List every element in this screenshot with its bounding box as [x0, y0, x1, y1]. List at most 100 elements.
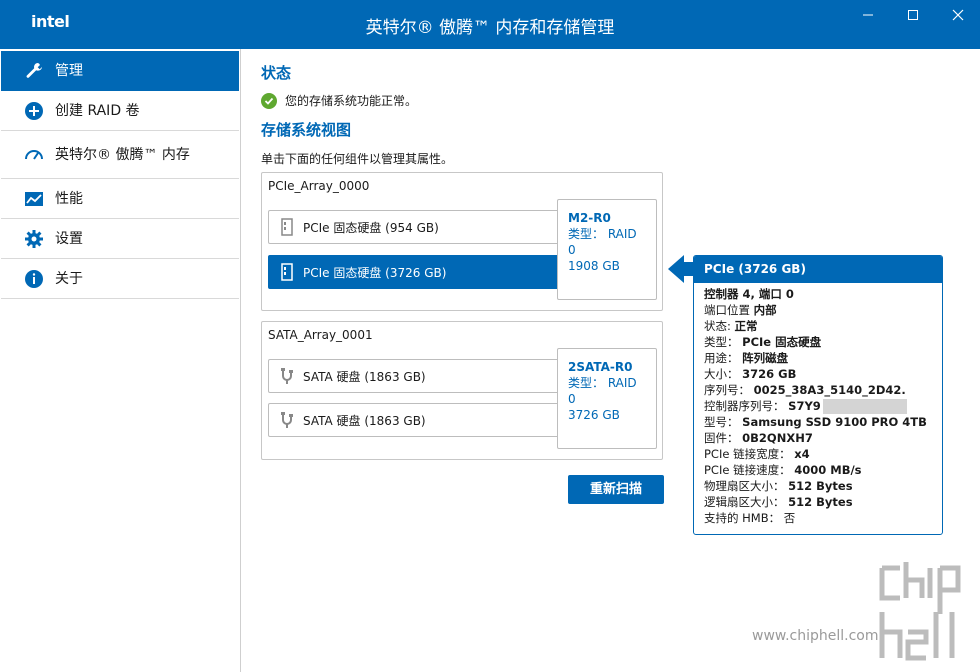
- raid-type: 类型： RAID 0: [568, 227, 637, 257]
- detail-row-port-location: 端口位置 内部: [704, 302, 942, 318]
- detail-key: PCIe 链接速度：: [704, 463, 795, 477]
- redacted-block: [822, 399, 907, 414]
- maximize-button[interactable]: [895, 6, 931, 28]
- detail-key: 状态:: [704, 319, 735, 333]
- detail-row-link-width: PCIe 链接宽度： x4: [704, 446, 942, 462]
- detail-key: 控制器 4, 端口 0: [704, 287, 794, 301]
- detail-key: 固件：: [704, 431, 743, 445]
- sidebar: 管理 创建 RAID 卷 英特尔® 傲腾™ 内存 性能 设置 关于: [0, 49, 241, 672]
- sata-cable-icon: [279, 367, 295, 385]
- plus-circle-icon: [23, 100, 45, 122]
- detail-value: 3726 GB: [742, 367, 797, 381]
- disk-item-pcie-3726[interactable]: PCIe 固态硬盘 (3726 GB): [268, 255, 560, 289]
- status-heading: 状态: [261, 64, 292, 82]
- detail-value: PCIe 固态硬盘: [742, 335, 822, 349]
- detail-value: 4000 MB/s: [794, 463, 862, 477]
- disk-label: SATA 硬盘 (1863 GB): [303, 369, 426, 384]
- ssd-icon: [279, 263, 295, 281]
- raid-size: 1908 GB: [568, 259, 620, 273]
- close-icon: [952, 9, 964, 21]
- ssd-icon: [279, 218, 295, 236]
- close-button[interactable]: [940, 6, 976, 28]
- raid-size: 3726 GB: [568, 408, 620, 422]
- gear-icon: [23, 228, 45, 250]
- detail-value: S7Y9: [788, 399, 821, 413]
- detail-value: 0B2QNXH7: [742, 431, 813, 445]
- detail-value: 内部: [753, 303, 777, 317]
- storage-view-hint: 单击下面的任何组件以管理其属性。: [261, 152, 454, 166]
- detail-row-logical-sector: 逻辑扇区大小： 512 Bytes: [704, 494, 942, 510]
- detail-key: 大小：: [704, 367, 743, 381]
- sidebar-item-about[interactable]: 关于: [1, 259, 239, 299]
- disk-label: PCIe 固态硬盘 (954 GB): [303, 220, 439, 235]
- sidebar-item-label: 设置: [55, 230, 83, 247]
- detail-row-physical-sector: 物理扇区大小： 512 Bytes: [704, 478, 942, 494]
- detail-pointer-arrow: [668, 255, 684, 283]
- detail-value: 512 Bytes: [788, 479, 853, 493]
- detail-key: 类型：: [704, 335, 743, 349]
- raid-name: 2SATA-R0: [568, 360, 633, 374]
- detail-key: 物理扇区大小：: [704, 479, 789, 493]
- detail-value: 阵列磁盘: [742, 351, 789, 365]
- raid-volume-card-m2-r0[interactable]: M2-R0 类型： RAID 0 1908 GB: [557, 199, 657, 300]
- sidebar-item-settings[interactable]: 设置: [1, 219, 239, 259]
- detail-row-type: 类型： PCIe 固态硬盘: [704, 334, 942, 350]
- raid-volume-card-2sata-r0[interactable]: 2SATA-R0 类型： RAID 0 3726 GB: [557, 348, 657, 449]
- detail-key: 型号：: [704, 415, 743, 429]
- disk-item-pcie-954[interactable]: PCIe 固态硬盘 (954 GB): [268, 210, 560, 244]
- detail-value: x4: [794, 447, 810, 461]
- detail-key: PCIe 链接宽度：: [704, 447, 795, 461]
- detail-key: 端口位置: [704, 303, 754, 317]
- raid-type: 类型： RAID 0: [568, 376, 637, 406]
- info-icon: [23, 268, 45, 290]
- detail-row-serial: 序列号： 0025_38A3_5140_2D42.: [704, 382, 942, 398]
- disk-item-sata-2[interactable]: SATA 硬盘 (1863 GB): [268, 403, 560, 437]
- detail-value: 512 Bytes: [788, 495, 853, 509]
- detail-row-model: 型号： Samsung SSD 9100 PRO 4TB: [704, 414, 942, 430]
- chart-icon: [23, 188, 45, 210]
- gauge-icon: [23, 144, 45, 166]
- watermark-text: www.chiphell.com: [752, 628, 879, 644]
- storage-view-heading: 存储系统视图: [261, 121, 352, 139]
- detail-row-firmware: 固件： 0B2QNXH7: [704, 430, 942, 446]
- sidebar-item-label: 创建 RAID 卷: [55, 102, 140, 119]
- minimize-button[interactable]: [850, 6, 886, 28]
- detail-title: PCIe (3726 GB): [694, 256, 942, 283]
- rescan-button[interactable]: 重新扫描: [568, 475, 664, 504]
- detail-value: 否: [783, 511, 796, 525]
- detail-key: 控制器序列号：: [704, 399, 789, 413]
- raid-name: M2-R0: [568, 211, 611, 225]
- window-title: 英特尔® 傲腾™ 内存和存储管理: [365, 18, 615, 38]
- sata-cable-icon: [279, 411, 295, 429]
- sidebar-item-optane-memory[interactable]: 英特尔® 傲腾™ 内存: [1, 131, 239, 179]
- disk-label: SATA 硬盘 (1863 GB): [303, 413, 426, 428]
- detail-key: 逻辑扇区大小：: [704, 495, 789, 509]
- detail-row-controller: 控制器 4, 端口 0: [704, 286, 942, 302]
- sidebar-item-label: 关于: [55, 270, 83, 287]
- wrench-icon: [23, 60, 45, 82]
- detail-row-controller-serial: 控制器序列号： S7Y9: [704, 398, 942, 414]
- disk-detail-panel: PCIe (3726 GB) 控制器 4, 端口 0 端口位置 内部 状态: 正…: [693, 255, 943, 535]
- chiphell-logo: [879, 562, 961, 661]
- detail-value: 0025_38A3_5140_2D42.: [753, 383, 906, 397]
- disk-label: PCIe 固态硬盘 (3726 GB): [303, 265, 447, 280]
- minimize-icon: [863, 14, 873, 16]
- sidebar-item-performance[interactable]: 性能: [1, 179, 239, 219]
- disk-item-sata-1[interactable]: SATA 硬盘 (1863 GB): [268, 359, 560, 393]
- detail-value: 正常: [734, 319, 758, 333]
- array-title: SATA_Array_0001: [268, 328, 373, 342]
- detail-row-status: 状态: 正常: [704, 318, 942, 334]
- status-message: 您的存储系统功能正常。: [261, 92, 417, 109]
- detail-row-size: 大小： 3726 GB: [704, 366, 942, 382]
- title-bar: intel 英特尔® 傲腾™ 内存和存储管理: [0, 0, 980, 49]
- maximize-icon: [908, 10, 918, 20]
- sidebar-item-manage[interactable]: 管理: [1, 51, 239, 91]
- check-icon: [261, 92, 277, 109]
- detail-key: 支持的 HMB：: [704, 511, 784, 525]
- sidebar-item-create-raid[interactable]: 创建 RAID 卷: [1, 91, 239, 131]
- detail-properties: 控制器 4, 端口 0 端口位置 内部 状态: 正常 类型： PCIe 固态硬盘…: [694, 283, 942, 526]
- sidebar-item-label: 英特尔® 傲腾™ 内存: [55, 146, 190, 163]
- sidebar-item-label: 管理: [55, 63, 83, 79]
- detail-key: 用途：: [704, 351, 743, 365]
- detail-row-link-speed: PCIe 链接速度： 4000 MB/s: [704, 462, 942, 478]
